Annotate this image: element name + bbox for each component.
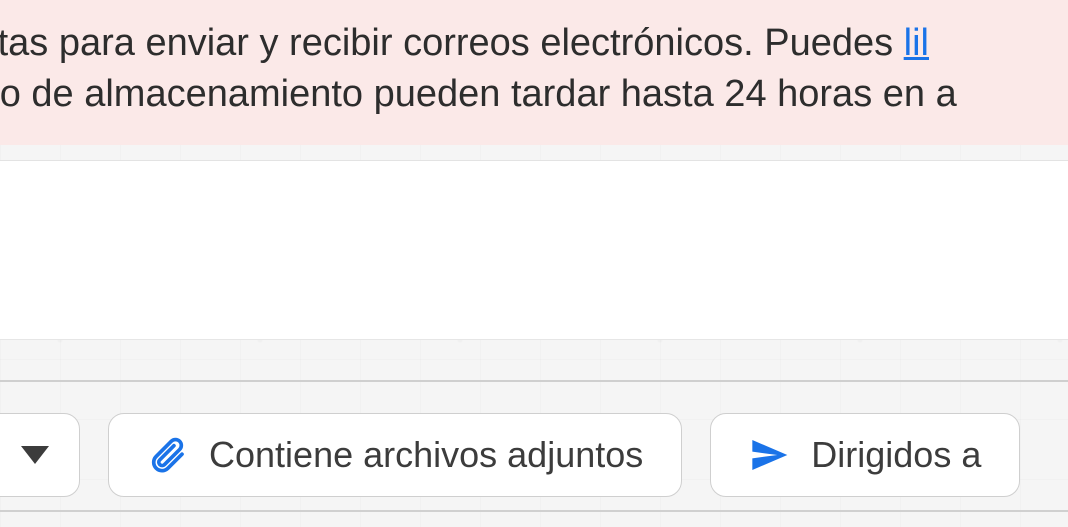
content-blank-area	[0, 160, 1068, 340]
attachment-icon	[147, 435, 187, 475]
filter-chip-partial[interactable]	[0, 413, 80, 497]
banner-link[interactable]: lil	[904, 22, 929, 64]
chip-label: Contiene archivos adjuntos	[209, 434, 643, 476]
filter-chip-directed-to[interactable]: Dirigidos a	[710, 413, 1020, 497]
divider	[0, 380, 1068, 382]
send-icon	[749, 435, 789, 475]
caret-down-icon	[21, 446, 49, 464]
filter-chip-has-attachments[interactable]: Contiene archivos adjuntos	[108, 413, 682, 497]
banner-line-1: cesitas para enviar y recibir correos el…	[0, 18, 1068, 69]
chip-label: Dirigidos a	[811, 434, 981, 476]
filter-chip-row: Contiene archivos adjuntos Dirigidos a	[0, 400, 1068, 510]
banner-text-1: cesitas para enviar y recibir correos el…	[0, 22, 904, 64]
storage-warning-banner: cesitas para enviar y recibir correos el…	[0, 0, 1068, 145]
banner-line-2: pacio de almacenamiento pueden tardar ha…	[0, 69, 1068, 120]
banner-text-2: pacio de almacenamiento pueden tardar ha…	[0, 73, 957, 115]
divider-bottom	[0, 510, 1068, 512]
